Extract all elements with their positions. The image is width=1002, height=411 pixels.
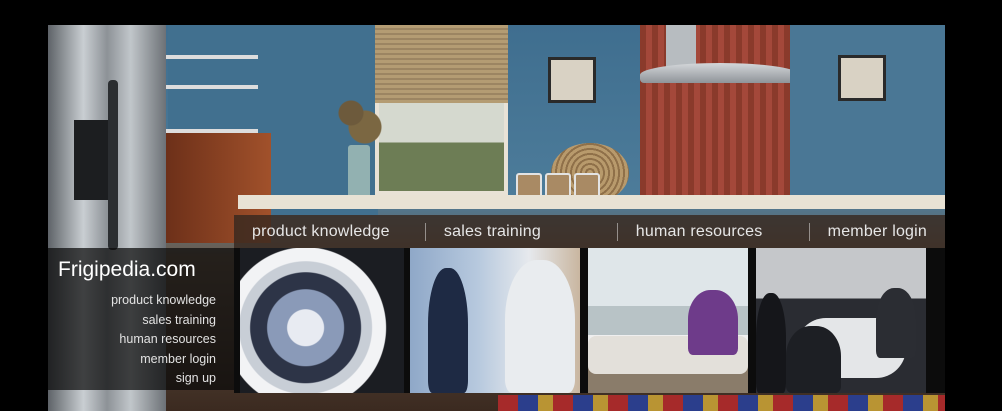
hero-kitchen-image: product knowledge sales training human r… bbox=[48, 25, 945, 411]
glass-vase bbox=[348, 145, 370, 200]
top-navigation: product knowledge sales training human r… bbox=[234, 215, 945, 248]
kitchen-wall-right bbox=[790, 25, 945, 205]
side-link-sales-training[interactable]: sales training bbox=[111, 311, 216, 331]
meeting-attendee bbox=[756, 293, 786, 393]
floor-rug bbox=[498, 395, 945, 411]
page: product knowledge sales training human r… bbox=[0, 0, 1002, 411]
range-hood bbox=[640, 63, 800, 83]
kitchen-shelf bbox=[166, 85, 258, 89]
man-in-suit bbox=[428, 268, 468, 393]
tile-backsplash bbox=[640, 25, 790, 205]
side-panel: Frigipedia.com product knowledge sales t… bbox=[48, 248, 234, 390]
site-logo[interactable]: Frigipedia.com bbox=[58, 258, 196, 282]
fridge-handle bbox=[108, 80, 118, 250]
photo-tiles bbox=[234, 248, 945, 393]
kitchen-counter bbox=[238, 195, 945, 209]
side-link-human-resources[interactable]: human resources bbox=[111, 330, 216, 350]
sales-meeting-photo-tile[interactable] bbox=[410, 248, 580, 393]
side-link-sign-up[interactable]: sign up bbox=[111, 369, 216, 389]
wall-picture-frame bbox=[548, 57, 596, 103]
nav-member-login[interactable]: member login bbox=[810, 223, 945, 241]
wall-picture-frame bbox=[838, 55, 886, 101]
woman-on-sofa bbox=[688, 290, 738, 355]
nav-product-knowledge[interactable]: product knowledge bbox=[234, 222, 426, 241]
range-hood-chimney bbox=[666, 25, 696, 67]
conference-photo-tile[interactable] bbox=[756, 248, 926, 393]
side-navigation: product knowledge sales training human r… bbox=[111, 291, 216, 389]
washer-photo-tile[interactable] bbox=[240, 248, 404, 393]
side-link-member-login[interactable]: member login bbox=[111, 350, 216, 370]
side-link-product-knowledge[interactable]: product knowledge bbox=[111, 291, 216, 311]
fridge-dispenser bbox=[74, 120, 108, 200]
meeting-attendee bbox=[876, 288, 916, 358]
nav-human-resources[interactable]: human resources bbox=[618, 222, 810, 241]
man-in-white-shirt bbox=[505, 260, 575, 393]
nav-sales-training[interactable]: sales training bbox=[426, 222, 618, 241]
window-blinds bbox=[375, 25, 508, 103]
kitchen-shelf bbox=[166, 55, 258, 59]
sofa-photo-tile[interactable] bbox=[588, 248, 748, 393]
meeting-attendee bbox=[786, 326, 841, 393]
